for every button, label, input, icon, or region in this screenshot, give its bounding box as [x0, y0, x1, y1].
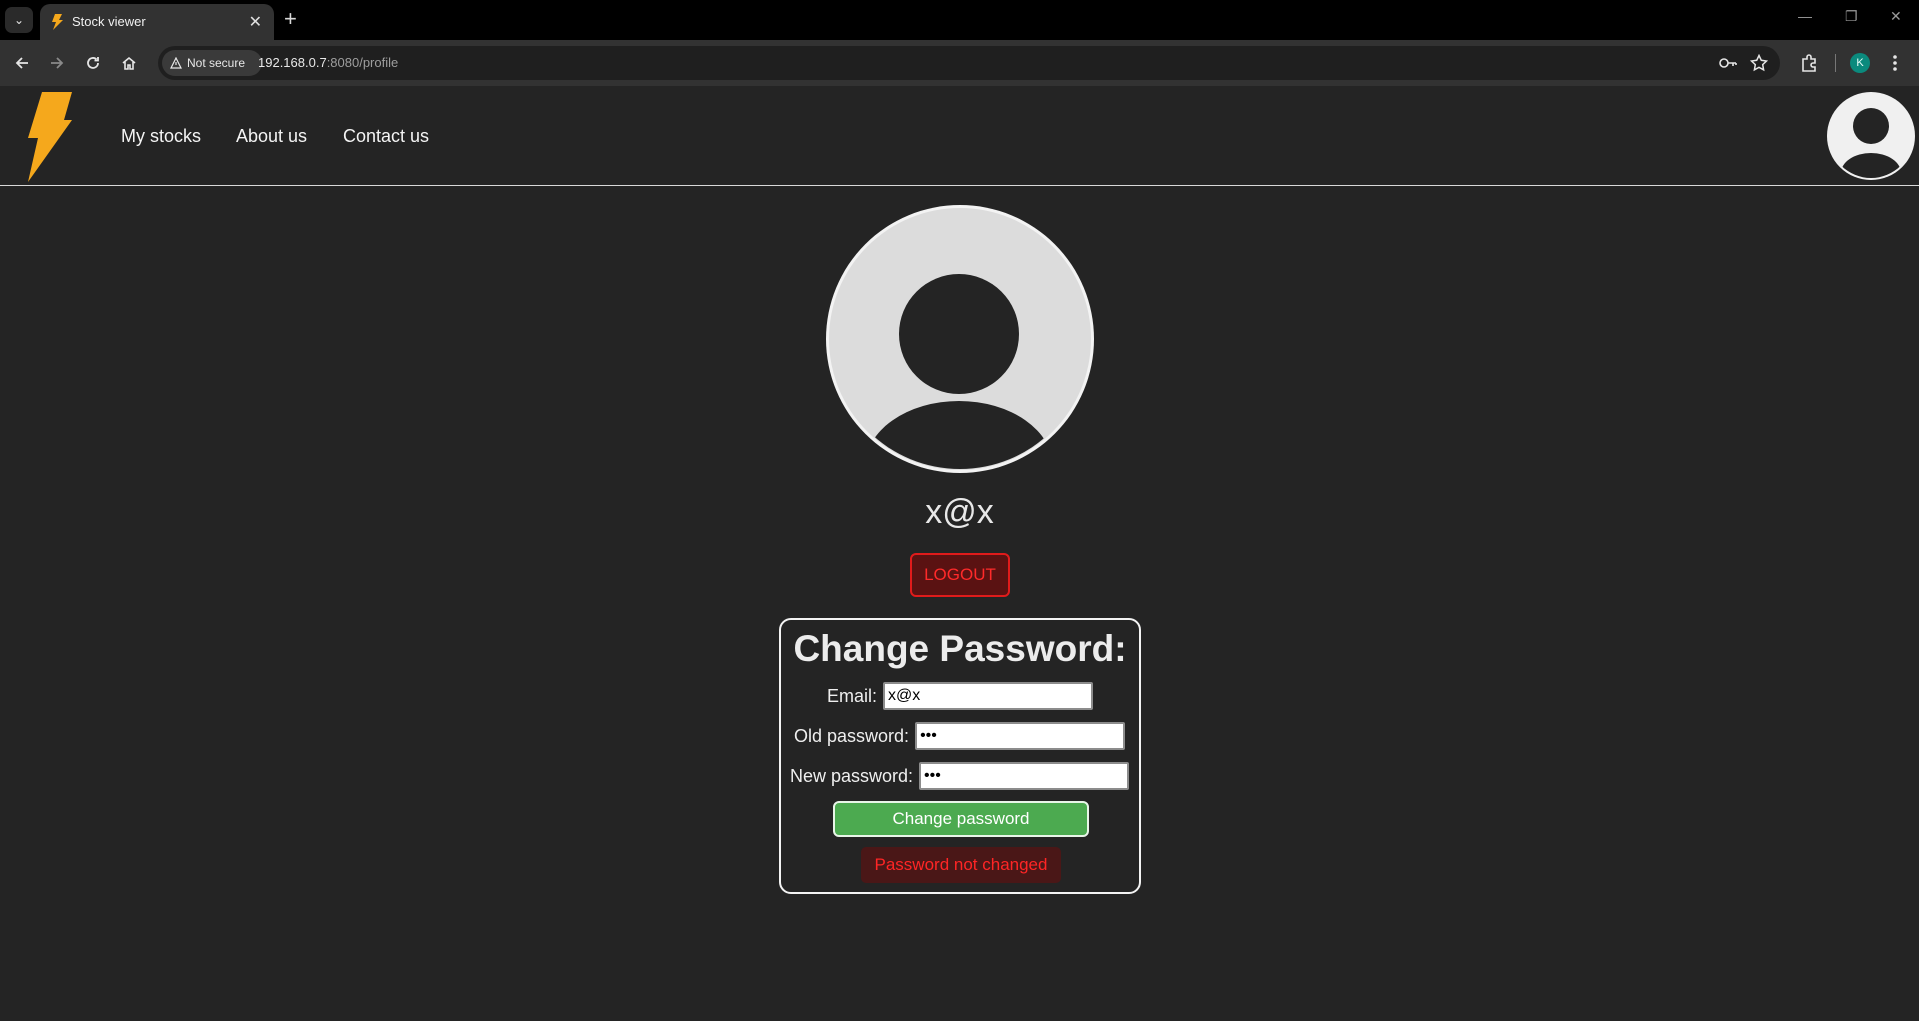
logo-lightning-icon[interactable]	[26, 92, 74, 182]
home-button[interactable]	[116, 50, 142, 76]
nav-about-us[interactable]: About us	[236, 126, 307, 147]
email-field[interactable]	[883, 682, 1094, 710]
lightning-icon	[52, 14, 63, 30]
forward-button[interactable]	[44, 50, 70, 76]
browser-tab[interactable]: Stock viewer ✕	[40, 4, 274, 40]
window-close-icon[interactable]: ✕	[1890, 8, 1902, 25]
url-path: :8080/profile	[326, 55, 399, 70]
profile-avatar-icon	[826, 205, 1094, 473]
reload-button[interactable]	[80, 50, 106, 76]
browser-toolbar: Not secure 192.168.0.7:8080/profile K	[0, 40, 1919, 86]
tab-search-button[interactable]: ⌄	[5, 7, 33, 33]
new-password-field[interactable]	[919, 762, 1130, 790]
new-password-row: New password:	[790, 762, 1130, 790]
address-bar[interactable]: Not secure 192.168.0.7:8080/profile	[158, 46, 1780, 80]
arrow-right-icon	[51, 57, 64, 69]
change-password-title: Change Password:	[793, 628, 1127, 669]
minimize-icon[interactable]: —	[1798, 8, 1812, 24]
security-indicator[interactable]: Not secure	[162, 50, 262, 76]
tab-title: Stock viewer	[72, 14, 146, 29]
url-text: 192.168.0.7:8080/profile	[258, 55, 398, 70]
close-icon[interactable]: ✕	[249, 12, 262, 32]
header-avatar-icon[interactable]	[1826, 91, 1916, 181]
profile-username: x@x	[925, 493, 994, 531]
chevron-down-icon: ⌄	[13, 13, 25, 27]
old-password-label: Old password:	[794, 725, 910, 746]
security-label: Not secure	[187, 56, 246, 70]
nav-contact-us[interactable]: Contact us	[343, 126, 429, 147]
more-menu-icon[interactable]	[1892, 53, 1898, 73]
change-password-button[interactable]: Change password	[833, 801, 1089, 837]
email-row: Email:	[827, 682, 1094, 710]
email-label: Email:	[827, 685, 878, 706]
status-message: Password not changed	[861, 847, 1061, 883]
new-tab-button[interactable]: +	[284, 6, 297, 32]
nav-my-stocks[interactable]: My stocks	[121, 126, 201, 147]
url-host: 192.168.0.7	[258, 55, 327, 70]
toolbar-divider	[1835, 54, 1836, 72]
old-password-row: Old password:	[794, 722, 1126, 750]
restore-icon[interactable]: ❐	[1845, 8, 1858, 25]
new-password-label: New password:	[790, 765, 914, 786]
star-icon[interactable]	[1750, 54, 1768, 72]
home-icon	[122, 56, 136, 70]
reload-icon	[87, 57, 99, 69]
site-header: My stocks About us Contact us	[0, 86, 1919, 186]
back-button[interactable]	[9, 50, 35, 76]
browser-tab-bar: ⌄ Stock viewer ✕ + — ❐ ✕	[0, 0, 1919, 40]
old-password-field[interactable]	[915, 722, 1126, 750]
logout-button[interactable]: LOGOUT	[910, 553, 1010, 597]
key-icon[interactable]	[1718, 54, 1738, 72]
browser-profile-avatar[interactable]: K	[1850, 53, 1870, 73]
warning-icon	[170, 57, 182, 69]
arrow-left-icon	[15, 57, 28, 69]
extensions-icon[interactable]	[1799, 53, 1819, 73]
change-password-form: Change Password: Email: Old password: Ne…	[779, 618, 1141, 894]
